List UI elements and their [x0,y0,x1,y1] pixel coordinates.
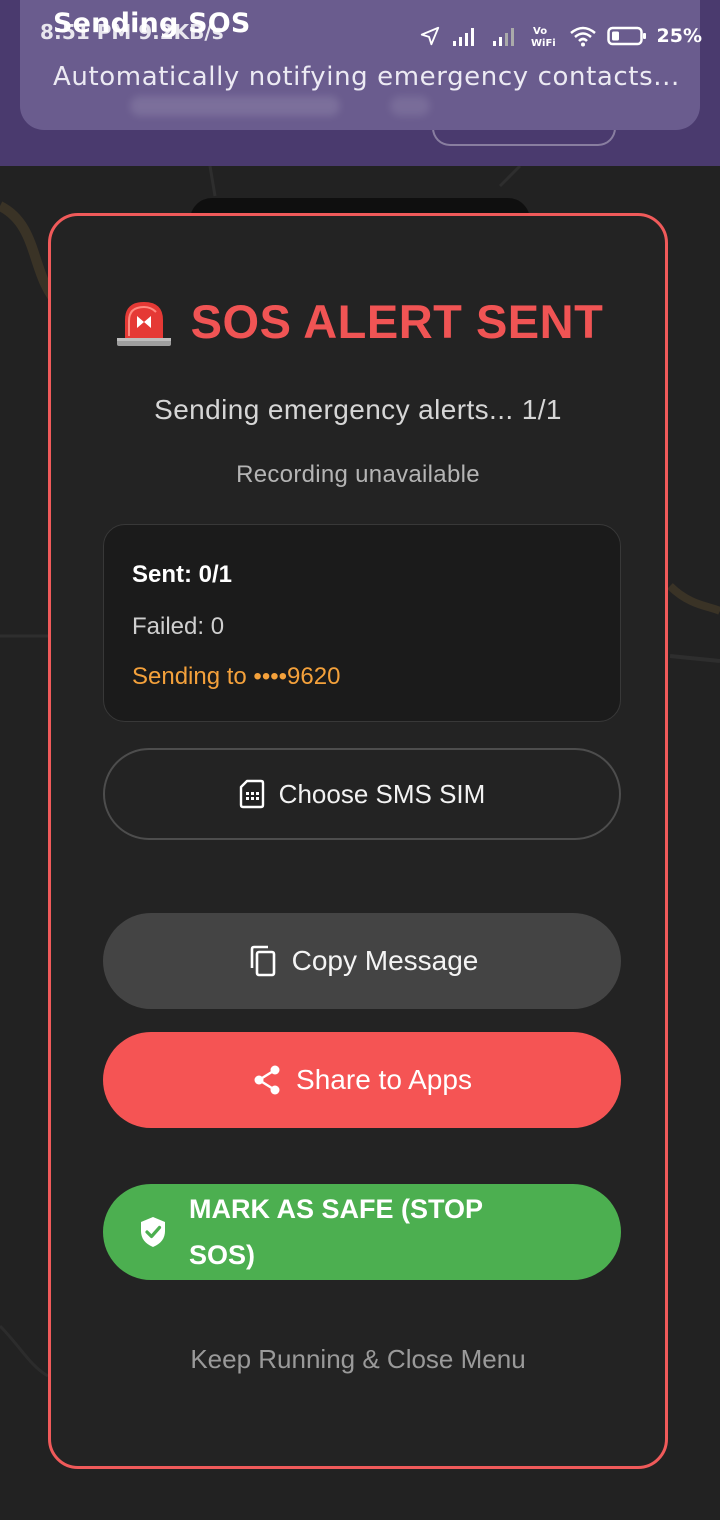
svg-text:WiFi: WiFi [531,38,556,48]
sos-dialog: SOS ALERT SENT Sending emergency alerts.… [48,213,668,1469]
copy-icon [250,945,275,977]
svg-text:Vo: Vo [533,26,547,37]
battery-icon [606,26,646,46]
signal-icon [452,28,474,46]
copy-message-button[interactable]: Copy Message [103,913,621,1009]
sending-to-number: Sending to ••••9620 [132,663,341,690]
delivery-status-card: Sent: 0/1 Failed: 0 Sending to ••••9620 [103,524,621,722]
keep-running-close-link[interactable]: Keep Running & Close Menu [51,1344,665,1375]
vowifi-icon: VoWiFi [531,26,556,48]
choose-sms-sim-label: Choose SMS SIM [278,778,486,809]
mark-as-safe-label: MARK AS SAFE (STOP SOS) [189,1194,483,1270]
dialog-title-row: SOS ALERT SENT [51,294,665,349]
notification-title: Sending SOS [53,8,251,39]
wifi-icon [569,26,596,47]
notification-blur [390,96,430,116]
siren-icon [116,301,171,346]
share-to-apps-label: Share to Apps [296,1064,472,1095]
mark-as-safe-button[interactable]: MARK AS SAFE (STOP SOS) [103,1184,621,1280]
location-icon [420,26,439,46]
sent-count: Sent: 0/1 [132,561,233,588]
copy-message-label: Copy Message [291,945,479,976]
battery-percent: 25% [656,25,702,47]
sending-progress-text: Sending emergency alerts... 1/1 [154,394,562,425]
failed-count: Failed: 0 [132,613,225,640]
recording-status: Recording unavailable [236,461,480,488]
status-icons: Vo WiFi 25% [419,20,702,52]
choose-sms-sim-button[interactable]: Choose SMS SIM [103,748,621,840]
notification-blur [130,96,340,116]
notification-text: Automatically notifying emergency contac… [53,62,680,92]
share-icon [254,1065,280,1095]
share-to-apps-button[interactable]: Share to Apps [103,1032,621,1128]
signal-icon [492,28,514,46]
dialog-title: SOS ALERT SENT [190,295,604,348]
sim-card-icon [239,779,264,809]
shield-check-icon [141,1217,165,1247]
